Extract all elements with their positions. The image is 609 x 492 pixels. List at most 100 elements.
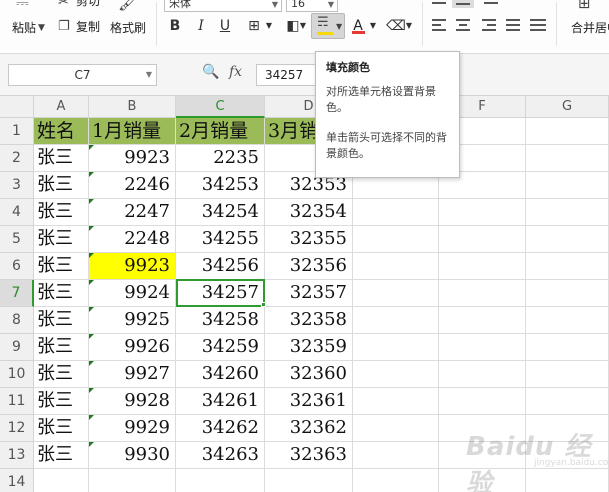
fx-icon[interactable]: fx (229, 64, 242, 80)
row-header-9[interactable]: 9 (0, 334, 34, 361)
cell-d6[interactable]: 32356 (265, 253, 353, 280)
name-box[interactable]: C7 ▼ (8, 64, 157, 86)
cell-d9[interactable]: 32359 (265, 334, 353, 361)
cell-b12[interactable]: 9929 (89, 415, 176, 442)
cell-f6[interactable] (439, 253, 526, 280)
border-icon[interactable]: ⊞ (244, 16, 264, 36)
cell-g9[interactable] (526, 334, 609, 361)
cell-c11[interactable]: 34261 (176, 388, 265, 415)
cell-f5[interactable] (439, 226, 526, 253)
cell-b13[interactable]: 9930 (89, 442, 176, 469)
cell-e5[interactable] (353, 226, 439, 253)
cell-b8[interactable]: 9925 (89, 307, 176, 334)
cell-a2[interactable]: 张三 (34, 145, 89, 172)
cell-b10[interactable]: 9927 (89, 361, 176, 388)
row-header-6[interactable]: 6 (0, 253, 34, 280)
underline-button[interactable]: U (216, 16, 234, 36)
cell-g1[interactable] (526, 118, 609, 145)
cell-a6[interactable]: 张三 (34, 253, 89, 280)
cell-c6[interactable]: 34256 (176, 253, 265, 280)
cell-a7[interactable]: 张三 (34, 280, 89, 307)
cell-b9[interactable]: 9926 (89, 334, 176, 361)
chevron-down-icon[interactable]: ▼ (264, 16, 274, 36)
column-header-b[interactable]: B (89, 96, 176, 118)
cell-g7[interactable] (526, 280, 609, 307)
cell-b6[interactable]: 9923 (89, 253, 176, 280)
cell-e9[interactable] (353, 334, 439, 361)
cell-d5[interactable]: 32355 (265, 226, 353, 253)
paste-button[interactable]: 粘贴 (12, 21, 36, 35)
cell-c3[interactable]: 34253 (176, 172, 265, 199)
cell-a5[interactable]: 张三 (34, 226, 89, 253)
cell-e13[interactable] (353, 442, 439, 469)
cell-c1[interactable]: 2月销量 (176, 118, 265, 145)
cell-d14[interactable] (265, 469, 353, 492)
cell-e8[interactable] (353, 307, 439, 334)
cell-a3[interactable]: 张三 (34, 172, 89, 199)
cell-b11[interactable]: 9928 (89, 388, 176, 415)
cell-g8[interactable] (526, 307, 609, 334)
paste-icon[interactable]: ⎓ (16, 0, 29, 11)
cell-f7[interactable] (439, 280, 526, 307)
italic-button[interactable]: I (192, 16, 210, 36)
active-cell-border[interactable] (176, 279, 265, 307)
select-all-corner[interactable] (0, 96, 34, 118)
cell-a12[interactable]: 张三 (34, 415, 89, 442)
cell-e14[interactable] (353, 469, 439, 492)
row-header-3[interactable]: 3 (0, 172, 34, 199)
row-header-5[interactable]: 5 (0, 226, 34, 253)
chevron-down-icon[interactable]: ▼ (404, 16, 414, 36)
cell-g11[interactable] (526, 388, 609, 415)
merge-center-button[interactable]: 合并居中 (571, 21, 609, 35)
cell-c12[interactable]: 34262 (176, 415, 265, 442)
cell-b14[interactable] (89, 469, 176, 492)
cell-a8[interactable]: 张三 (34, 307, 89, 334)
cell-c4[interactable]: 34254 (176, 199, 265, 226)
cut-button[interactable]: 剪切 (76, 0, 100, 8)
cell-e6[interactable] (353, 253, 439, 280)
cell-e7[interactable] (353, 280, 439, 307)
cell-c14[interactable] (176, 469, 265, 492)
cell-a10[interactable]: 张三 (34, 361, 89, 388)
cell-e11[interactable] (353, 388, 439, 415)
cell-d12[interactable]: 32362 (265, 415, 353, 442)
cell-b1[interactable]: 1月销量 (89, 118, 176, 145)
cell-b2[interactable]: 9923 (89, 145, 176, 172)
cell-d13[interactable]: 32363 (265, 442, 353, 469)
fill-handle[interactable] (261, 302, 266, 307)
cell-a9[interactable]: 张三 (34, 334, 89, 361)
cell-a1[interactable]: 姓名 (34, 118, 89, 145)
cell-b7[interactable]: 9924 (89, 280, 176, 307)
cell-a11[interactable]: 张三 (34, 388, 89, 415)
cell-a4[interactable]: 张三 (34, 199, 89, 226)
cell-c9[interactable]: 34259 (176, 334, 265, 361)
row-header-8[interactable]: 8 (0, 307, 34, 334)
column-header-c[interactable]: C (176, 96, 265, 118)
cell-f4[interactable] (439, 199, 526, 226)
column-header-a[interactable]: A (34, 96, 89, 118)
cell-g10[interactable] (526, 361, 609, 388)
fill-color-button[interactable]: ☴ ▼ (311, 13, 345, 39)
row-header-4[interactable]: 4 (0, 199, 34, 226)
column-header-g[interactable]: G (526, 96, 609, 118)
cell-d10[interactable]: 32360 (265, 361, 353, 388)
cell-b5[interactable]: 2248 (89, 226, 176, 253)
row-header-10[interactable]: 10 (0, 361, 34, 388)
cell-c2[interactable]: 2235 (176, 145, 265, 172)
cell-e4[interactable] (353, 199, 439, 226)
cell-g2[interactable] (526, 145, 609, 172)
row-header-12[interactable]: 12 (0, 415, 34, 442)
font-name-select[interactable]: 宋体 ▼ (164, 0, 282, 12)
row-header-13[interactable]: 13 (0, 442, 34, 469)
paste-dropdown-icon[interactable]: ▼ (38, 21, 45, 35)
row-header-11[interactable]: 11 (0, 388, 34, 415)
cell-c5[interactable]: 34255 (176, 226, 265, 253)
cell-g5[interactable] (526, 226, 609, 253)
chevron-down-icon[interactable]: ▼ (368, 16, 378, 36)
merge-cells-icon[interactable]: ⊞ (578, 0, 591, 11)
format-painter-button[interactable]: 格式刷 (110, 21, 146, 35)
cell-d4[interactable]: 32354 (265, 199, 353, 226)
format-painter-icon[interactable]: 🖌 (118, 0, 138, 11)
eraser-icon[interactable]: ⌫ (386, 16, 406, 36)
cell-a13[interactable]: 张三 (34, 442, 89, 469)
